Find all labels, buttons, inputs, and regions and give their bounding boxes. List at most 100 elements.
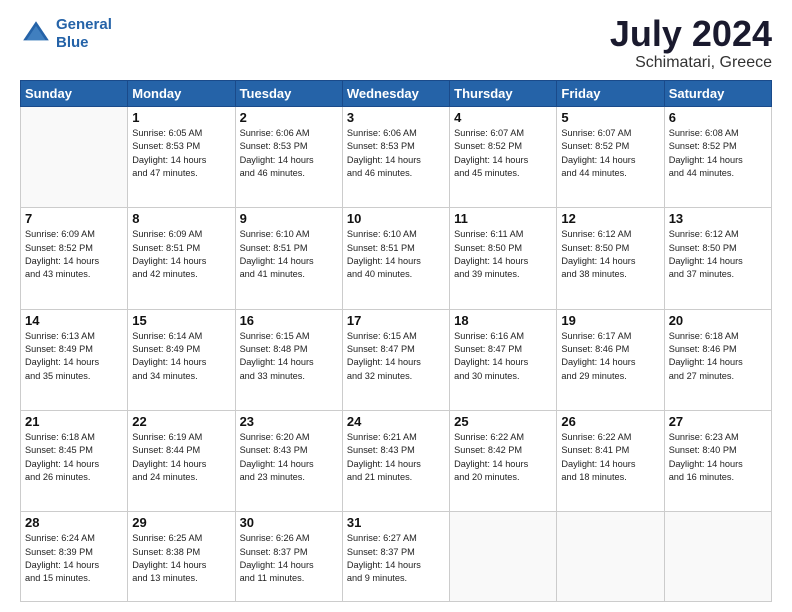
day-number: 18 (454, 313, 552, 328)
day-info: Sunrise: 6:05 AMSunset: 8:53 PMDaylight:… (132, 127, 230, 180)
day-number: 4 (454, 110, 552, 125)
calendar-cell: 15Sunrise: 6:14 AMSunset: 8:49 PMDayligh… (128, 309, 235, 410)
day-number: 31 (347, 515, 445, 530)
day-number: 11 (454, 211, 552, 226)
calendar-cell: 10 Sunrise: 6:10 AMSunset: 8:51 PMDayligh… (342, 208, 449, 309)
day-number: 5 (561, 110, 659, 125)
day-info: Sunrise: 6:19 AMSunset: 8:44 PMDaylight:… (132, 431, 230, 484)
location: Schimatari, Greece (610, 54, 772, 72)
calendar-cell: 4 Sunrise: 6:07 AMSunset: 8:52 PMDaylight… (450, 107, 557, 208)
day-info: Sunrise: 6:07 AMSunset: 8:52 PMDaylight:… (561, 127, 659, 180)
day-number: 10 (347, 211, 445, 226)
logo-text: General Blue (56, 16, 112, 52)
day-info: Sunrise: 6:23 AMSunset: 8:40 PMDaylight:… (669, 431, 767, 484)
day-number: 14 (25, 313, 123, 328)
day-number: 13 (669, 211, 767, 226)
calendar-cell: 11 Sunrise: 6:11 AMSunset: 8:50 PMDayligh… (450, 208, 557, 309)
calendar-cell (450, 512, 557, 602)
calendar-table: SundayMondayTuesdayWednesdayThursdayFrid… (20, 80, 772, 602)
calendar-cell: 5 Sunrise: 6:07 AMSunset: 8:52 PMDaylight… (557, 107, 664, 208)
day-header-friday: Friday (557, 81, 664, 107)
day-info: Sunrise: 6:16 AMSunset: 8:47 PMDaylight:… (454, 330, 552, 383)
title-section: July 2024 Schimatari, Greece (610, 16, 772, 72)
logo: General Blue (20, 16, 112, 52)
day-info: Sunrise: 6:24 AMSunset: 8:39 PMDaylight:… (25, 532, 123, 585)
day-number: 28 (25, 515, 123, 530)
calendar-cell: 26 Sunrise: 6:22 AMSunset: 8:41 PMDayligh… (557, 410, 664, 511)
day-info: Sunrise: 6:25 AMSunset: 8:38 PMDaylight:… (132, 532, 230, 585)
day-number: 8 (132, 211, 230, 226)
page: General Blue July 2024 Schimatari, Greec… (0, 0, 792, 612)
calendar-cell: 30 Sunrise: 6:26 AMSunset: 8:37 PMDayligh… (235, 512, 342, 602)
day-number: 2 (240, 110, 338, 125)
day-number: 7 (25, 211, 123, 226)
calendar-cell: 9Sunrise: 6:10 AMSunset: 8:51 PMDaylight… (235, 208, 342, 309)
day-header-saturday: Saturday (664, 81, 771, 107)
day-info: Sunrise: 6:09 AMSunset: 8:52 PMDaylight:… (25, 228, 123, 281)
calendar-cell: 22Sunrise: 6:19 AMSunset: 8:44 PMDayligh… (128, 410, 235, 511)
logo-icon (20, 18, 52, 50)
day-number: 27 (669, 414, 767, 429)
day-header-tuesday: Tuesday (235, 81, 342, 107)
calendar-cell: 20 Sunrise: 6:18 AMSunset: 8:46 PMDayligh… (664, 309, 771, 410)
day-info: Sunrise: 6:18 AMSunset: 8:46 PMDaylight:… (669, 330, 767, 383)
day-number: 1 (132, 110, 230, 125)
day-info: Sunrise: 6:27 AMSunset: 8:37 PMDaylight:… (347, 532, 445, 585)
month-year: July 2024 (610, 16, 772, 52)
week-row-3: 14Sunrise: 6:13 AMSunset: 8:49 PMDayligh… (21, 309, 772, 410)
day-number: 30 (240, 515, 338, 530)
day-header-monday: Monday (128, 81, 235, 107)
day-info: Sunrise: 6:15 AMSunset: 8:47 PMDaylight:… (347, 330, 445, 383)
calendar-cell: 18 Sunrise: 6:16 AMSunset: 8:47 PMDayligh… (450, 309, 557, 410)
day-info: Sunrise: 6:26 AMSunset: 8:37 PMDaylight:… (240, 532, 338, 585)
calendar-cell: 25 Sunrise: 6:22 AMSunset: 8:42 PMDayligh… (450, 410, 557, 511)
day-number: 24 (347, 414, 445, 429)
calendar-cell: 17Sunrise: 6:15 AMSunset: 8:47 PMDayligh… (342, 309, 449, 410)
calendar-cell (21, 107, 128, 208)
day-info: Sunrise: 6:06 AMSunset: 8:53 PMDaylight:… (240, 127, 338, 180)
calendar-cell: 27 Sunrise: 6:23 AMSunset: 8:40 PMDayligh… (664, 410, 771, 511)
header: General Blue July 2024 Schimatari, Greec… (20, 16, 772, 72)
day-number: 20 (669, 313, 767, 328)
day-number: 9 (240, 211, 338, 226)
week-row-2: 7 Sunrise: 6:09 AMSunset: 8:52 PMDaylight… (21, 208, 772, 309)
logo-line1: General (56, 16, 112, 33)
calendar-cell (557, 512, 664, 602)
day-header-sunday: Sunday (21, 81, 128, 107)
day-info: Sunrise: 6:22 AMSunset: 8:42 PMDaylight:… (454, 431, 552, 484)
day-info: Sunrise: 6:11 AMSunset: 8:50 PMDaylight:… (454, 228, 552, 281)
day-info: Sunrise: 6:18 AMSunset: 8:45 PMDaylight:… (25, 431, 123, 484)
day-info: Sunrise: 6:22 AMSunset: 8:41 PMDaylight:… (561, 431, 659, 484)
day-header-thursday: Thursday (450, 81, 557, 107)
day-info: Sunrise: 6:09 AMSunset: 8:51 PMDaylight:… (132, 228, 230, 281)
calendar-cell: 21 Sunrise: 6:18 AMSunset: 8:45 PMDayligh… (21, 410, 128, 511)
day-number: 26 (561, 414, 659, 429)
calendar-cell: 23Sunrise: 6:20 AMSunset: 8:43 PMDayligh… (235, 410, 342, 511)
calendar-cell: 13Sunrise: 6:12 AMSunset: 8:50 PMDayligh… (664, 208, 771, 309)
day-number: 3 (347, 110, 445, 125)
day-info: Sunrise: 6:10 AMSunset: 8:51 PMDaylight:… (347, 228, 445, 281)
calendar-cell: 1 Sunrise: 6:05 AMSunset: 8:53 PMDaylight… (128, 107, 235, 208)
week-row-4: 21 Sunrise: 6:18 AMSunset: 8:45 PMDayligh… (21, 410, 772, 511)
day-info: Sunrise: 6:12 AMSunset: 8:50 PMDaylight:… (561, 228, 659, 281)
day-number: 15 (132, 313, 230, 328)
day-number: 19 (561, 313, 659, 328)
calendar-cell: 12 Sunrise: 6:12 AMSunset: 8:50 PMDayligh… (557, 208, 664, 309)
day-number: 6 (669, 110, 767, 125)
day-info: Sunrise: 6:06 AMSunset: 8:53 PMDaylight:… (347, 127, 445, 180)
day-number: 23 (240, 414, 338, 429)
calendar-cell: 2 Sunrise: 6:06 AMSunset: 8:53 PMDaylight… (235, 107, 342, 208)
week-row-1: 1 Sunrise: 6:05 AMSunset: 8:53 PMDaylight… (21, 107, 772, 208)
calendar-cell: 29 Sunrise: 6:25 AMSunset: 8:38 PMDayligh… (128, 512, 235, 602)
day-info: Sunrise: 6:15 AMSunset: 8:48 PMDaylight:… (240, 330, 338, 383)
logo-line2: Blue (56, 34, 89, 51)
day-number: 29 (132, 515, 230, 530)
day-number: 21 (25, 414, 123, 429)
day-number: 25 (454, 414, 552, 429)
day-info: Sunrise: 6:17 AMSunset: 8:46 PMDaylight:… (561, 330, 659, 383)
day-number: 12 (561, 211, 659, 226)
day-info: Sunrise: 6:21 AMSunset: 8:43 PMDaylight:… (347, 431, 445, 484)
day-info: Sunrise: 6:07 AMSunset: 8:52 PMDaylight:… (454, 127, 552, 180)
calendar-cell: 16Sunrise: 6:15 AMSunset: 8:48 PMDayligh… (235, 309, 342, 410)
calendar-cell: 28 Sunrise: 6:24 AMSunset: 8:39 PMDayligh… (21, 512, 128, 602)
